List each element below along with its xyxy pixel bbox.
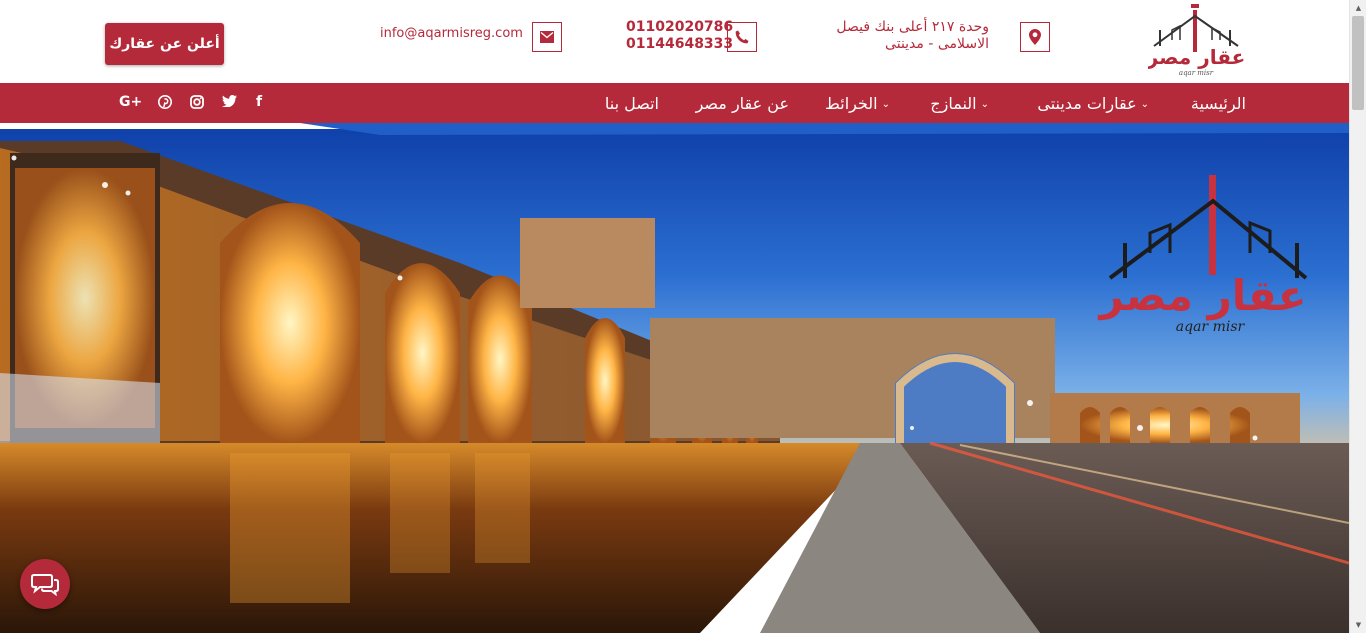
email-icon [532,22,562,52]
phone-2[interactable]: 01144648333 [626,36,733,53]
nav-item-madinaty-properties[interactable]: عقارات مدينتى ⌄ [1037,83,1149,123]
nav-item-label: الخرائط [825,93,878,113]
location-icon [1020,22,1050,52]
nav-item-about[interactable]: عن عقار مصر [696,83,789,123]
pinterest-icon[interactable] [158,95,172,113]
nav-item-label: النمازج [930,93,977,113]
hero-image: عقار مصر aqar misr [0,123,1349,633]
hero-banner: عقار مصر aqar misr [0,123,1349,633]
header-bar: عقار مصر aqar misr وحدة ٢١٧ أعلى بنك فيص… [0,0,1349,83]
address-line-1: وحدة ٢١٧ أعلى بنك فيصل [836,19,989,35]
phone-1[interactable]: 01102020786 [626,19,733,36]
twitter-icon[interactable] [222,95,237,111]
scrollbar-thumb[interactable] [1352,16,1364,110]
page-scrollbar[interactable]: ▲ ▼ [1349,0,1366,633]
instagram-icon[interactable] [190,95,204,113]
nav-item-label: عن عقار مصر [695,93,789,113]
chat-icon [31,574,59,596]
nav-item-models[interactable]: النمازج ⌄ [930,83,989,123]
chevron-down-icon: ⌄ [980,98,989,110]
logo-icon: عقار مصر aqar misr [1146,4,1245,77]
nav-item-contact[interactable]: اتصل بنا [605,83,659,123]
nav-item-label: اتصل بنا [604,93,659,113]
facebook-icon[interactable]: f [256,94,262,110]
chevron-down-icon: ⌄ [881,98,890,110]
svg-text:aqar misr: aqar misr [1176,319,1246,335]
scroll-down-icon[interactable]: ▼ [1350,617,1366,633]
advertise-property-button[interactable]: أعلن عن عقارك [105,23,224,65]
svg-text:عقار مصر: عقار مصر [1148,45,1244,69]
chat-button[interactable] [20,559,70,609]
address-text: وحدة ٢١٧ أعلى بنك فيصل الاسلامى - مدينتى [836,19,989,53]
google-plus-icon[interactable]: G+ [119,94,142,110]
nav-item-home[interactable]: الرئيسية [1191,83,1246,123]
chevron-down-icon: ⌄ [1140,98,1149,110]
phone-numbers: 01102020786 01144648333 [626,19,733,53]
address-line-2: الاسلامى - مدينتى [885,36,989,52]
svg-text:aqar misr: aqar misr [1179,69,1214,77]
nav-item-label: الرئيسية [1190,93,1246,113]
nav-item-maps[interactable]: الخرائط ⌄ [825,83,890,123]
scroll-up-icon[interactable]: ▲ [1350,0,1366,16]
site-logo[interactable]: عقار مصر aqar misr [1146,2,1245,78]
email-link[interactable]: info@aqarmisreg.com [380,25,523,42]
svg-text:عقار مصر: عقار مصر [1097,271,1306,321]
nav-item-label: عقارات مدينتى [1037,93,1137,113]
